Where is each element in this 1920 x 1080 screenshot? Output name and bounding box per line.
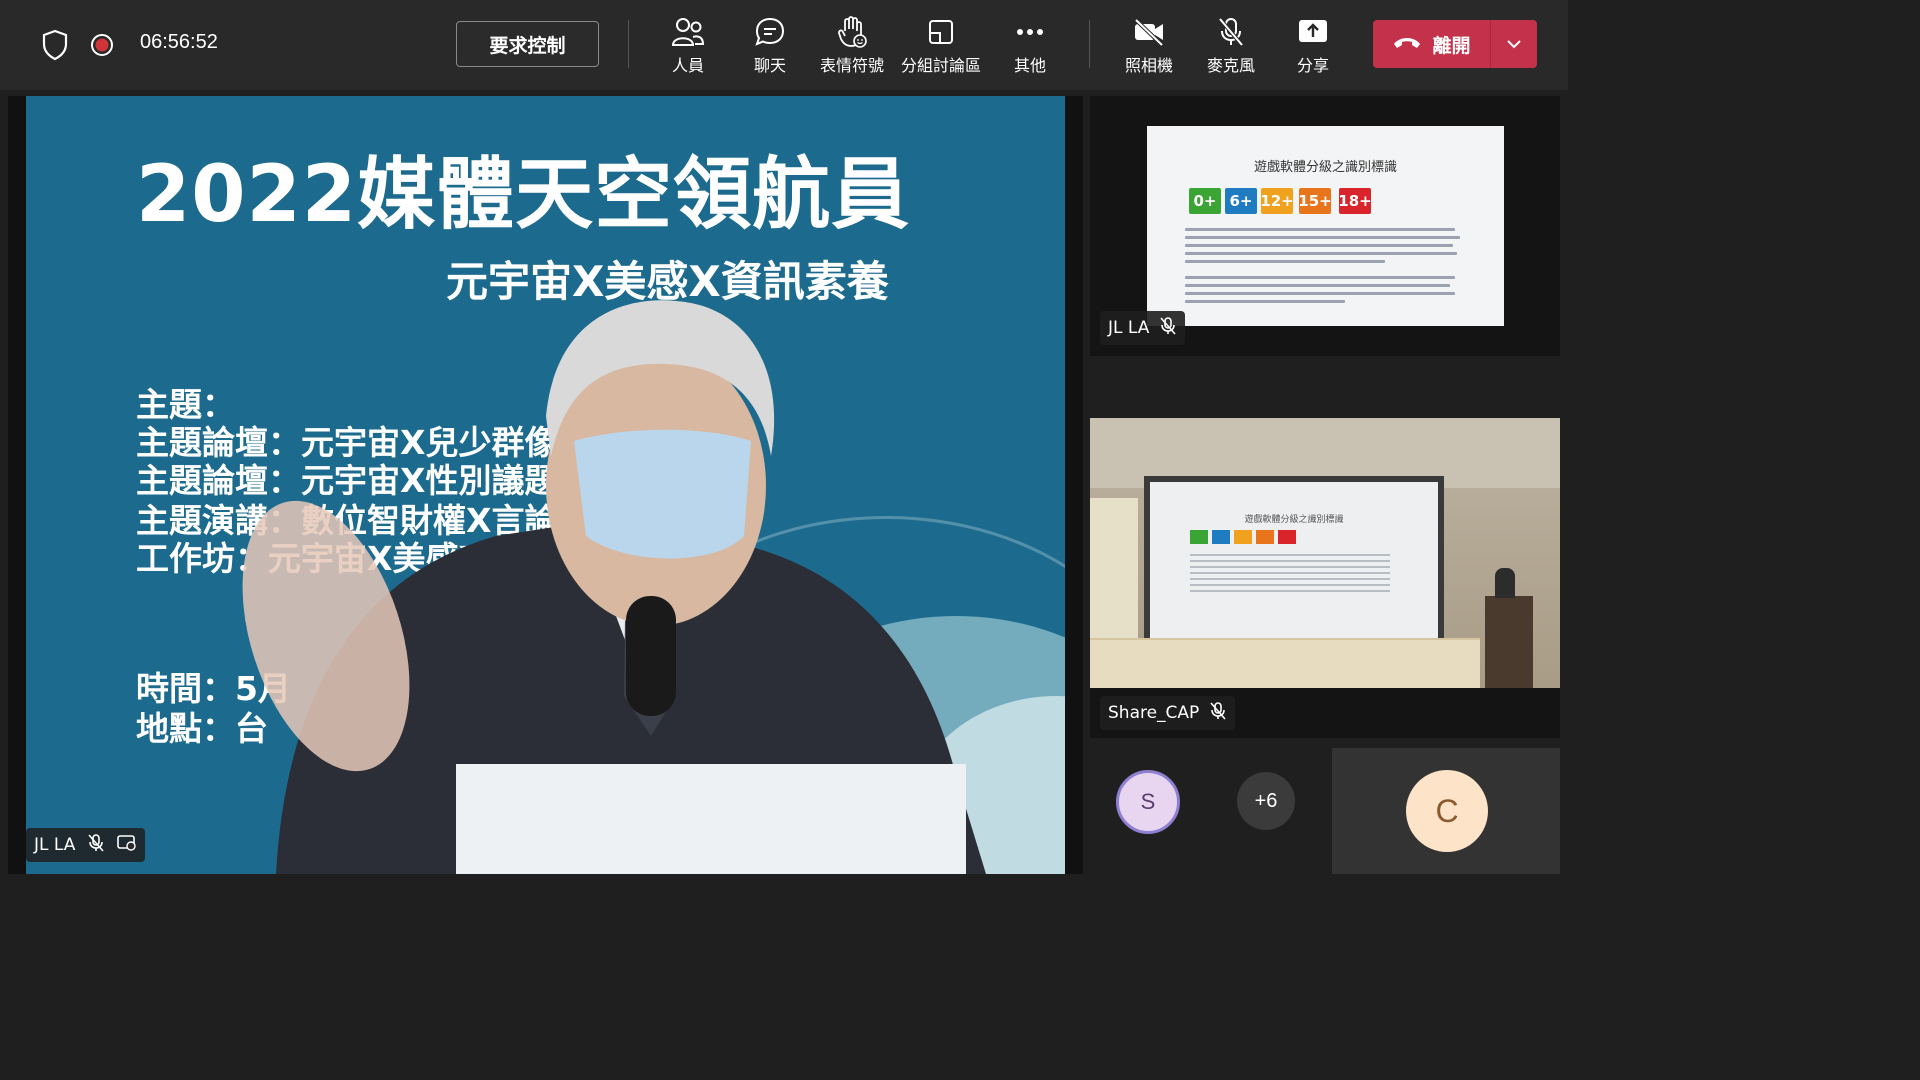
camera-label: 照相機 xyxy=(1124,56,1173,75)
participant-name-badge: Share_CAP xyxy=(1100,696,1236,730)
mic-muted-icon xyxy=(1209,701,1227,726)
participant-tile-c[interactable]: C xyxy=(1332,748,1560,874)
camera-button[interactable]: 照相機 xyxy=(1109,14,1189,78)
more-label: 其他 xyxy=(1013,56,1046,75)
participant-avatar-c: C xyxy=(1406,770,1488,852)
projected-slide-title: 遊戲軟體分級之識別標識 xyxy=(1244,515,1344,525)
leave-main[interactable]: 離開 xyxy=(1373,31,1490,58)
people-icon xyxy=(671,14,705,50)
shield-icon xyxy=(40,28,70,62)
speaker-video xyxy=(242,300,986,874)
participant-name-badge: JL LA xyxy=(1100,311,1186,345)
mic-label: 麥克風 xyxy=(1206,56,1255,75)
more-icon xyxy=(1015,14,1045,50)
breakout-rooms-button[interactable]: 分組討論區 xyxy=(900,14,982,78)
rating-badge: 0+ xyxy=(1189,188,1221,214)
mic-muted-icon xyxy=(87,833,105,858)
reactions-label: 表情符號 xyxy=(819,56,884,75)
participant-name-badge: JL LA xyxy=(26,828,146,862)
share-icon xyxy=(1297,14,1329,50)
recording-icon xyxy=(90,33,114,57)
more-actions-button[interactable]: 其他 xyxy=(990,14,1070,78)
hang-up-icon xyxy=(1392,33,1422,55)
request-control-button[interactable]: 要求控制 xyxy=(456,21,599,67)
participant-tile-room-camera[interactable]: 遊戲軟體分級之識別標識 Share_CAP xyxy=(1090,418,1560,738)
share-button[interactable]: 分享 xyxy=(1273,14,1353,78)
rating-badge: 6+ xyxy=(1225,188,1257,214)
participant-name: JL LA xyxy=(1108,318,1150,338)
main-video-stage[interactable]: 2022媒體天空領航員 元宇宙X美感X資訊素養 主題： 主題論壇：元宇宙X兒少群… xyxy=(8,96,1083,874)
leave-options-chevron-icon[interactable] xyxy=(1491,39,1537,49)
leave-label: 離開 xyxy=(1432,34,1471,57)
text-line xyxy=(1185,260,1385,263)
shared-slide-thumbnail: 遊戲軟體分級之識別標識 0+ 6+ 12+ 15+ 18+ xyxy=(1147,126,1504,326)
thumbnail-slide-title: 遊戲軟體分級之識別標識 xyxy=(1253,160,1397,175)
text-line xyxy=(1185,300,1345,303)
reactions-button[interactable]: 表情符號 xyxy=(812,14,892,78)
projection-screen: 遊戲軟體分級之識別標識 xyxy=(1150,482,1438,646)
text-line xyxy=(1185,244,1453,247)
text-line xyxy=(1185,284,1450,287)
screen-share-icon xyxy=(117,834,137,857)
presentation-slide: 2022媒體天空領航員 元宇宙X美感X資訊素養 主題： 主題論壇：元宇宙X兒少群… xyxy=(26,96,1065,874)
text-line xyxy=(1185,292,1455,295)
toolbar-divider xyxy=(628,20,629,68)
share-label: 分享 xyxy=(1296,56,1329,75)
people-label: 人員 xyxy=(671,56,704,75)
chat-icon xyxy=(754,14,786,50)
camera-off-icon xyxy=(1132,14,1166,50)
participant-name: Share_CAP xyxy=(1108,703,1200,723)
toolbar-divider xyxy=(1089,20,1090,68)
rating-badge: 18+ xyxy=(1338,188,1372,214)
microphone-button[interactable]: 麥克風 xyxy=(1191,14,1271,78)
participant-name: JL LA xyxy=(34,835,76,855)
chat-button[interactable]: 聊天 xyxy=(730,14,810,78)
mic-off-icon xyxy=(1216,14,1246,50)
room-camera-video: 遊戲軟體分級之識別標識 xyxy=(1090,418,1560,688)
meeting-toolbar: 06:56:52 要求控制 人員 聊天 表情符號 分組討論區 其他 照相機 麥克… xyxy=(0,0,1568,90)
breakout-rooms-label: 分組討論區 xyxy=(900,56,981,75)
rating-badge: 15+ xyxy=(1298,188,1332,214)
text-line xyxy=(1185,276,1455,279)
chat-label: 聊天 xyxy=(753,56,786,75)
rating-badge: 12+ xyxy=(1260,188,1294,214)
raise-hand-icon xyxy=(836,14,868,50)
leave-button[interactable]: 離開 xyxy=(1373,20,1537,68)
more-participants-button[interactable]: +6 xyxy=(1237,772,1295,830)
text-line xyxy=(1185,252,1457,255)
meeting-timer: 06:56:52 xyxy=(140,31,218,53)
people-button[interactable]: 人員 xyxy=(648,14,728,78)
text-line xyxy=(1185,228,1455,231)
breakout-rooms-icon xyxy=(926,14,956,50)
participant-tile-shared-slide[interactable]: 遊戲軟體分級之識別標識 0+ 6+ 12+ 15+ 18+ JL LA xyxy=(1090,96,1560,356)
text-line xyxy=(1185,236,1460,239)
participant-avatar-s[interactable]: S xyxy=(1116,770,1180,834)
mic-muted-icon xyxy=(1159,316,1177,341)
